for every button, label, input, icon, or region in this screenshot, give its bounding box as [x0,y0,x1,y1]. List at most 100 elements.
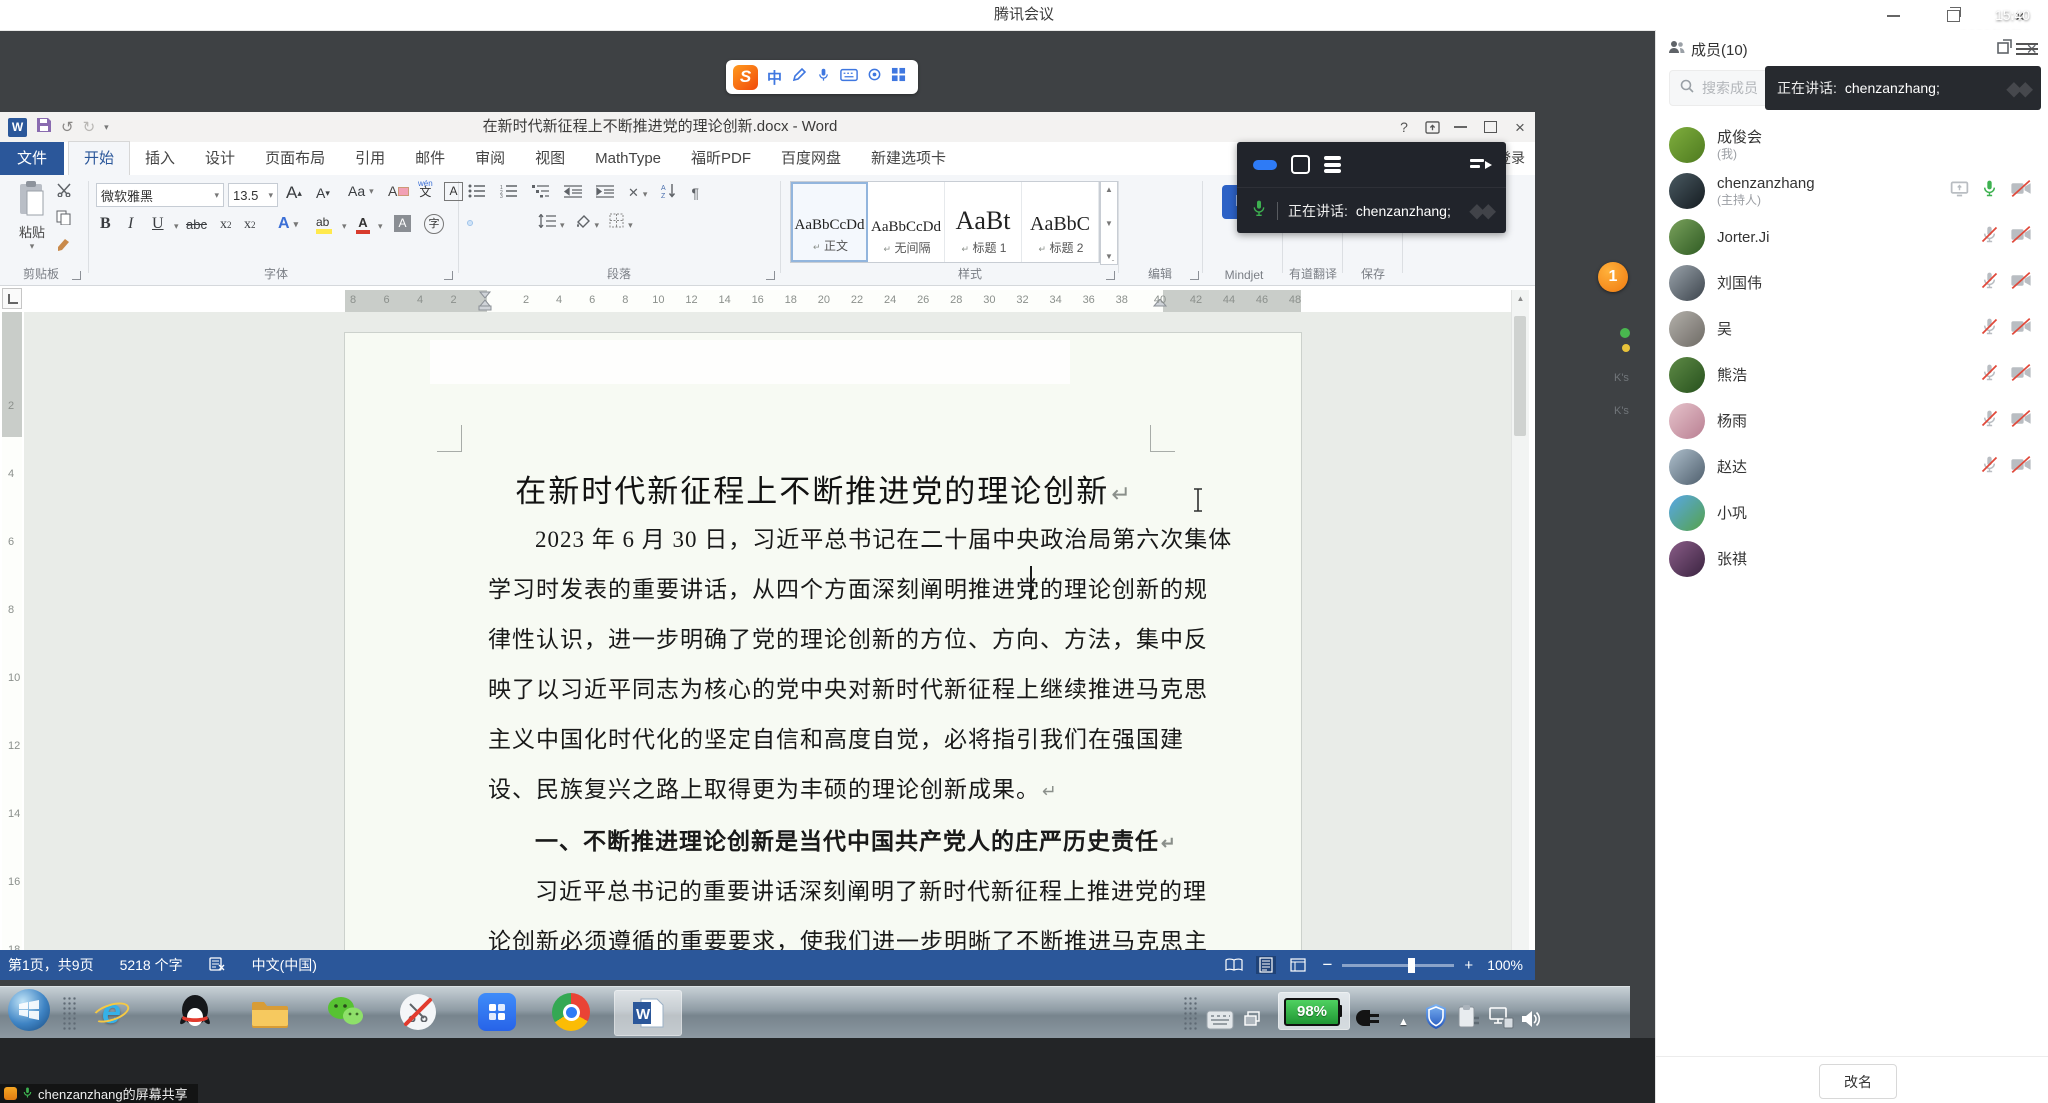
scrollbar-thumb[interactable] [1514,316,1526,436]
phonetic-guide-button[interactable]: wén文 [418,179,433,197]
qat-customize-icon[interactable]: ▾ [104,122,109,133]
font-color-dropdown[interactable]: ▾ [378,221,383,232]
scroll-up-arrow[interactable]: ▲ [1512,290,1529,303]
grow-font-button[interactable]: A▴ [286,183,302,203]
language-bar-handle[interactable] [1183,996,1199,1030]
tray-clipboard-icon[interactable] [1456,997,1480,1037]
bold-button[interactable]: B [100,215,111,233]
member-row[interactable]: 赵达 [1656,444,2048,490]
mic-off-icon[interactable] [1979,362,2000,388]
font-dialog-launcher[interactable] [444,271,453,280]
indent-markers[interactable] [478,291,492,311]
undo-icon[interactable]: ↺ [61,118,74,136]
tray-restore-window-icon[interactable] [1244,998,1260,1038]
word-restore-button[interactable] [1473,112,1507,142]
ribbon-tab-7[interactable]: 邮件 [400,142,460,175]
zoom-out-button[interactable]: − [1322,955,1332,975]
word-minimize-button[interactable] [1443,112,1477,142]
vertical-scrollbar[interactable]: ▲ [1511,290,1529,950]
format-painter-icon[interactable] [56,238,72,258]
zoom-in-button[interactable]: + [1464,957,1473,974]
mic-on-icon[interactable] [1979,178,2000,204]
mic-off-icon[interactable] [1979,408,2000,434]
print-layout-button[interactable] [1256,956,1276,974]
sogou-input-toolbar[interactable]: S 中 [726,60,918,94]
styles-scroll-down[interactable]: ▼ [1105,219,1113,228]
screen-share-icon[interactable] [1949,178,1970,204]
ribbon-tab-9[interactable]: 视图 [520,142,580,175]
taskbar-screenshot-icon[interactable] [400,992,436,1032]
meeting-minimize-icon[interactable] [1253,160,1277,170]
mic-off-icon[interactable] [1979,224,2000,250]
save-icon[interactable] [36,117,52,138]
page-indicator[interactable]: 第1页，共9页 [8,955,94,975]
tray-security-shield-icon[interactable] [1424,996,1448,1036]
camera-off-icon[interactable] [2009,408,2033,434]
panel-menu-icon[interactable] [2016,40,2038,56]
clear-formatting-button[interactable]: A [388,183,409,199]
notification-badge[interactable]: 1 [1598,262,1628,292]
decrease-indent-icon[interactable] [564,184,582,203]
ribbon-tab-4[interactable]: 设计 [190,142,250,175]
proofing-icon[interactable] [209,956,226,975]
increase-indent-icon[interactable] [596,184,614,203]
tray-network-icon[interactable] [1488,998,1514,1038]
tray-power-plug-icon[interactable] [1354,998,1382,1038]
ribbon-tab-3[interactable]: 插入 [130,142,190,175]
popout-panel-icon[interactable] [1997,39,2012,59]
vertical-ruler[interactable]: 24681012141618 [2,312,22,950]
justify-button[interactable] [510,221,514,225]
style-item-无间隔[interactable]: AaBbCcDd ↵ 无间隔 [868,182,945,262]
text-effects-button[interactable]: A▾ [278,215,298,233]
styles-scroll-up[interactable]: ▲ [1105,185,1113,194]
zoom-slider-thumb[interactable] [1408,958,1415,973]
ribbon-tab-11[interactable]: 福昕PDF [676,142,766,175]
grid-icon[interactable] [891,67,906,87]
bullets-icon[interactable] [468,184,486,203]
styles-more-button[interactable]: ▼̱ [1105,252,1113,261]
ribbon-tab-12[interactable]: 百度网盘 [766,142,856,175]
show-marks-icon[interactable]: ¶ [691,185,699,201]
horizontal-ruler[interactable]: 8642246810121416182022242628303234363840… [345,290,1301,312]
numbering-icon[interactable]: 123 [500,184,518,203]
rename-button[interactable]: 改名 [1819,1064,1897,1099]
meeting-expand-icon[interactable] [1470,157,1490,173]
font-color-button[interactable]: A [356,215,370,234]
editing-dialog-launcher[interactable] [1190,271,1199,280]
subscript-button[interactable]: x2 [220,217,232,233]
style-item-标题 1[interactable]: AaBt ↵ 标题 1 [945,182,1022,262]
ribbon-tab-2[interactable]: 开始 [68,141,130,175]
camera-off-icon[interactable] [2009,224,2033,250]
start-button[interactable] [8,990,50,1030]
font-name-combo[interactable]: 微软雅黑▾ [96,183,224,207]
mic-off-icon[interactable] [1979,454,2000,480]
camera-off-icon[interactable] [2009,178,2033,204]
sogou-logo-icon[interactable]: S [733,65,758,90]
meeting-window-icon[interactable] [1291,155,1310,174]
member-row[interactable]: 吴 [1656,306,2048,352]
font-size-combo[interactable]: 13.5▾ [228,183,278,207]
taskbar-word-button[interactable]: W [614,990,682,1036]
web-layout-button[interactable] [1288,956,1308,974]
keyboard-icon[interactable] [840,68,858,87]
mic-off-icon[interactable] [1979,316,2000,342]
member-row[interactable]: 杨雨 [1656,398,2048,444]
tray-keyboard-icon[interactable] [1206,1000,1234,1040]
align-left-button[interactable] [468,221,472,225]
style-item-正文[interactable]: AaBbCcDd ↵ 正文 [791,182,868,262]
member-row[interactable]: 刘国伟 [1656,260,2048,306]
copy-icon[interactable] [56,210,72,230]
word-count[interactable]: 5218 个字 [120,955,183,975]
member-row[interactable]: 小巩 [1656,490,2048,536]
shrink-font-button[interactable]: A▾ [316,185,330,201]
multilevel-list-icon[interactable] [532,184,550,203]
ribbon-tab-5[interactable]: 页面布局 [250,142,340,175]
underline-dropdown[interactable]: ▾ [174,221,179,232]
tray-volume-icon[interactable] [1520,999,1542,1039]
member-row[interactable]: 张祺 [1656,536,2048,582]
sort-icon[interactable]: AZ [661,183,677,203]
enclose-characters-button[interactable]: 字 [424,214,444,234]
highlight-dropdown[interactable]: ▾ [342,221,347,232]
member-row[interactable]: chenzanzhang(主持人) [1656,168,2048,214]
cut-icon[interactable] [56,183,72,202]
